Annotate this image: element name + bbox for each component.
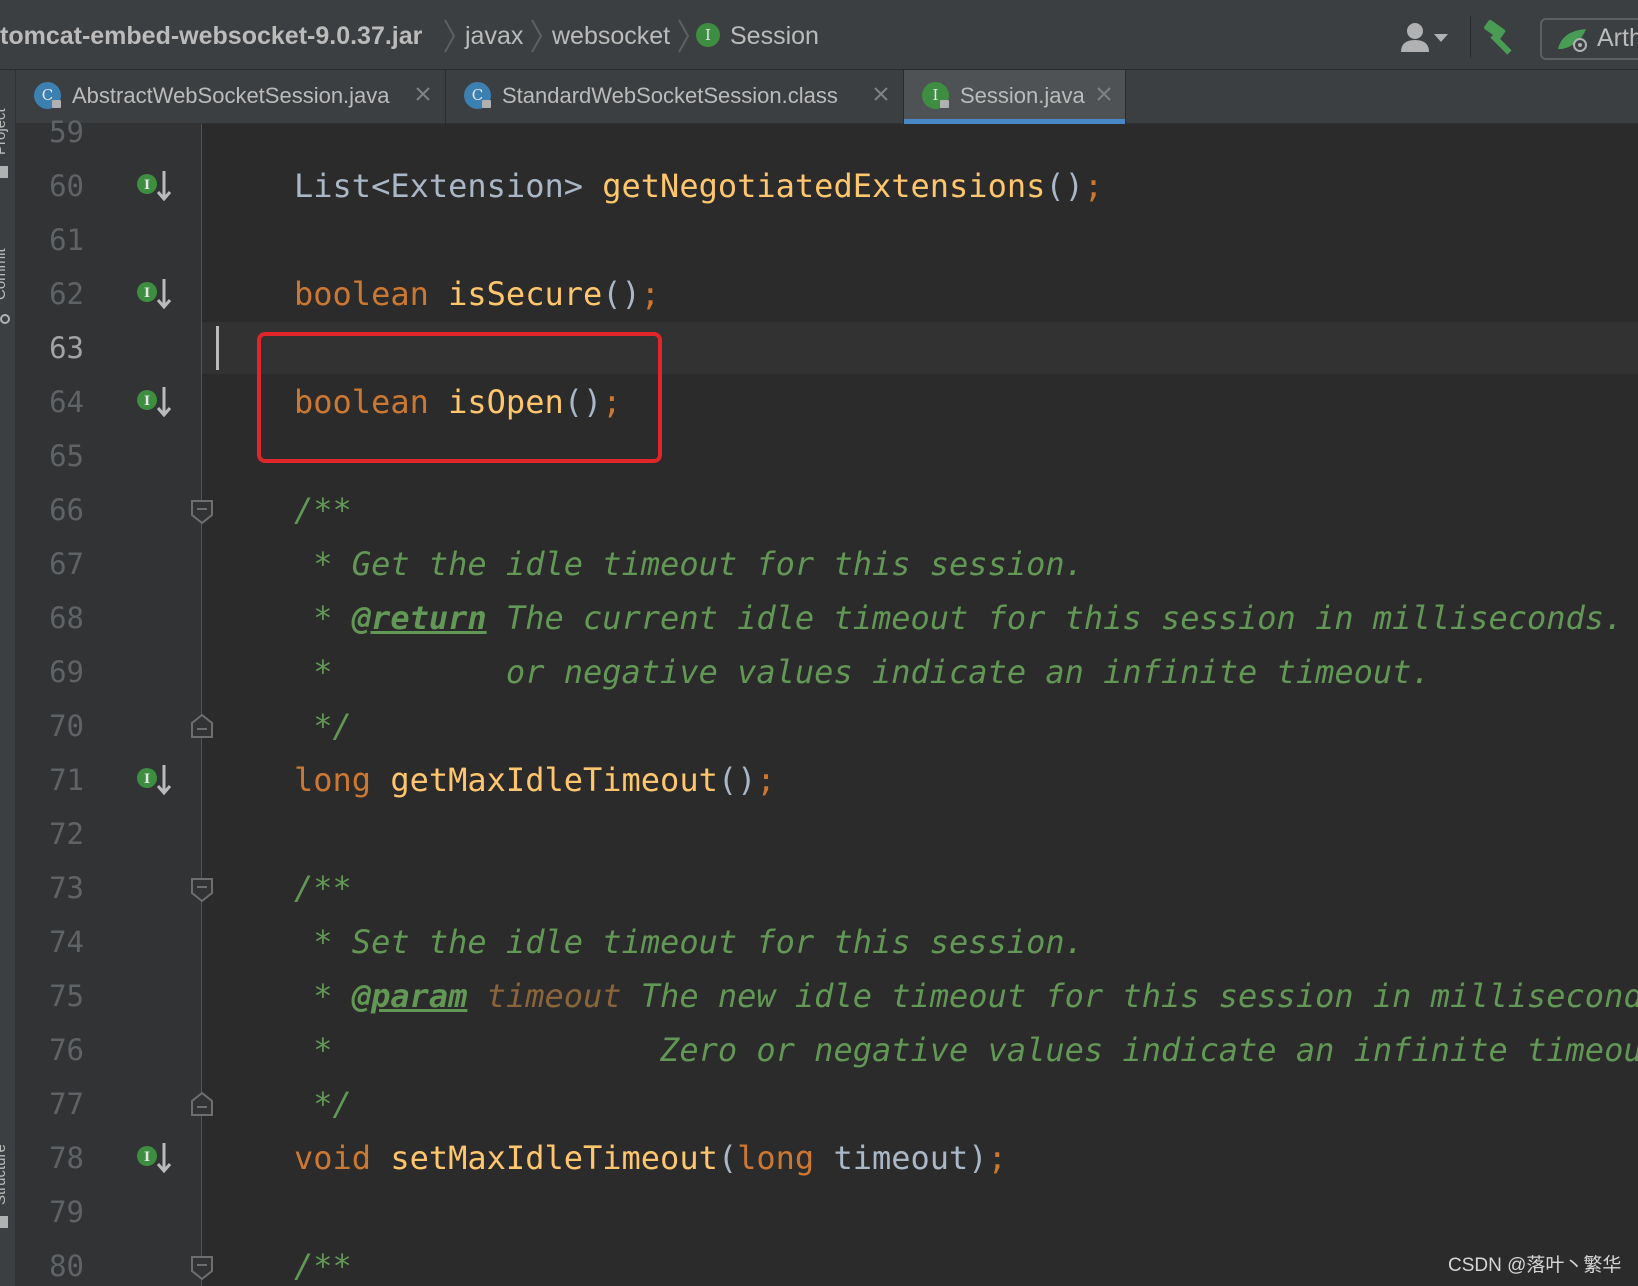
line-number: 74	[49, 925, 84, 959]
svg-text:I: I	[144, 286, 150, 301]
code-line-68[interactable]: * @return The current idle timeout for t…	[294, 598, 1623, 638]
code-line-75[interactable]: * @param timeout The new idle timeout fo…	[294, 976, 1638, 1016]
breadcrumb-websocket[interactable]: websocket	[552, 20, 670, 52]
breadcrumb-session-label: Session	[730, 22, 819, 50]
fold-collapse-icon[interactable]	[190, 1255, 214, 1281]
line-number: 80	[49, 1249, 84, 1283]
code-line-64[interactable]: boolean isOpen();	[294, 382, 622, 422]
line-number: 75	[49, 979, 84, 1013]
close-icon[interactable]	[1095, 85, 1113, 103]
tab-label: StandardWebSocketSession.class	[502, 83, 838, 108]
arthas-label: Arth	[1597, 24, 1638, 52]
structure-tool-icon	[0, 1216, 8, 1228]
interface-icon: I	[696, 23, 720, 48]
line-number: 65	[49, 439, 84, 473]
line-number: 73	[49, 871, 84, 905]
line-number: 60	[49, 169, 84, 203]
line-number: 59	[49, 115, 84, 149]
line-number: 76	[49, 1033, 84, 1067]
commit-tool-button[interactable]: Commit	[0, 248, 9, 300]
line-number: 66	[49, 493, 84, 527]
editor-tab-bar: C AbstractWebSocketSession.java C Standa…	[16, 70, 1638, 124]
line-number: 72	[49, 817, 84, 851]
breadcrumb-separator-icon	[444, 19, 456, 53]
implemented-method-icon[interactable]: I	[136, 1140, 172, 1176]
breadcrumb-separator-icon	[678, 19, 690, 53]
text-caret	[216, 326, 219, 370]
breadcrumb-separator-icon	[531, 19, 543, 53]
code-line-78[interactable]: void setMaxIdleTimeout(long timeout);	[294, 1138, 1007, 1178]
code-line-62[interactable]: boolean isSecure();	[294, 274, 660, 314]
implemented-method-icon[interactable]: I	[136, 276, 172, 312]
fold-end-icon[interactable]	[190, 1091, 214, 1117]
line-number: 79	[49, 1195, 84, 1229]
lock-icon	[482, 100, 491, 108]
implemented-method-icon[interactable]: I	[136, 762, 172, 798]
project-tool-icon	[0, 166, 8, 178]
svg-text:I: I	[144, 1150, 150, 1165]
close-icon[interactable]	[414, 85, 432, 103]
structure-tool-button[interactable]: Structure	[0, 1144, 9, 1205]
tab-session-java[interactable]: I Session.java	[904, 70, 1126, 124]
tab-label: Session.java	[960, 83, 1085, 108]
lock-icon	[940, 100, 949, 108]
line-number: 70	[49, 709, 84, 743]
commit-tool-icon	[0, 314, 10, 324]
line-number: 64	[49, 385, 84, 419]
line-number: 78	[49, 1141, 84, 1175]
arthas-button[interactable]: Arth	[1540, 18, 1638, 60]
user-dropdown-icon[interactable]	[1398, 20, 1454, 54]
line-number: 68	[49, 601, 84, 635]
svg-text:I: I	[144, 394, 150, 409]
code-line-77[interactable]: */	[294, 1084, 352, 1124]
code-line-74[interactable]: * Set the idle timeout for this session.	[294, 922, 1084, 962]
code-line-73[interactable]: /**	[294, 868, 352, 908]
line-number: 62	[49, 277, 84, 311]
project-tool-button[interactable]: Project	[0, 108, 9, 155]
toolbar-divider	[1470, 16, 1471, 58]
implemented-method-icon[interactable]: I	[136, 384, 172, 420]
tool-window-strip: Project Commit Structure	[0, 70, 16, 1286]
code-line-80[interactable]: /**	[294, 1246, 352, 1286]
line-number: 61	[49, 223, 84, 257]
current-line-highlight	[202, 322, 1638, 374]
tab-label: AbstractWebSocketSession.java	[72, 83, 390, 108]
tab-standard-websocket-session[interactable]: C StandardWebSocketSession.class	[446, 70, 904, 124]
breadcrumb-jar[interactable]: tomcat-embed-websocket-9.0.37.jar	[0, 20, 422, 52]
fold-collapse-icon[interactable]	[190, 499, 214, 525]
svg-text:I: I	[144, 178, 150, 193]
code-line-71[interactable]: long getMaxIdleTimeout();	[294, 760, 776, 800]
implemented-method-icon[interactable]: I	[136, 168, 172, 204]
code-line-70[interactable]: */	[294, 706, 352, 746]
code-line-67[interactable]: * Get the idle timeout for this session.	[294, 544, 1084, 584]
watermark: CSDN @落叶丶繁华	[1448, 1255, 1622, 1276]
fold-end-icon[interactable]	[190, 713, 214, 739]
arthas-icon	[1558, 29, 1587, 52]
navigation-bar: tomcat-embed-websocket-9.0.37.jar javax …	[0, 0, 1638, 70]
breadcrumb-session[interactable]: I Session	[696, 20, 819, 52]
line-number: 67	[49, 547, 84, 581]
code-line-69[interactable]: * or negative values indicate an infinit…	[294, 652, 1430, 692]
hammer-icon[interactable]	[1482, 18, 1522, 56]
fold-collapse-icon[interactable]	[190, 877, 214, 903]
code-line-66[interactable]: /**	[294, 490, 352, 530]
code-line-60[interactable]: List<Extension> getNegotiatedExtensions(…	[294, 166, 1103, 206]
line-number: 69	[49, 655, 84, 689]
close-icon[interactable]	[872, 85, 890, 103]
breadcrumb-javax[interactable]: javax	[465, 20, 523, 52]
code-line-76[interactable]: * Zero or negative values indicate an in…	[294, 1030, 1638, 1070]
line-number: 71	[49, 763, 84, 797]
line-number-current: 63	[49, 331, 84, 365]
line-number: 77	[49, 1087, 84, 1121]
svg-text:I: I	[144, 772, 150, 787]
lock-icon	[52, 100, 61, 108]
